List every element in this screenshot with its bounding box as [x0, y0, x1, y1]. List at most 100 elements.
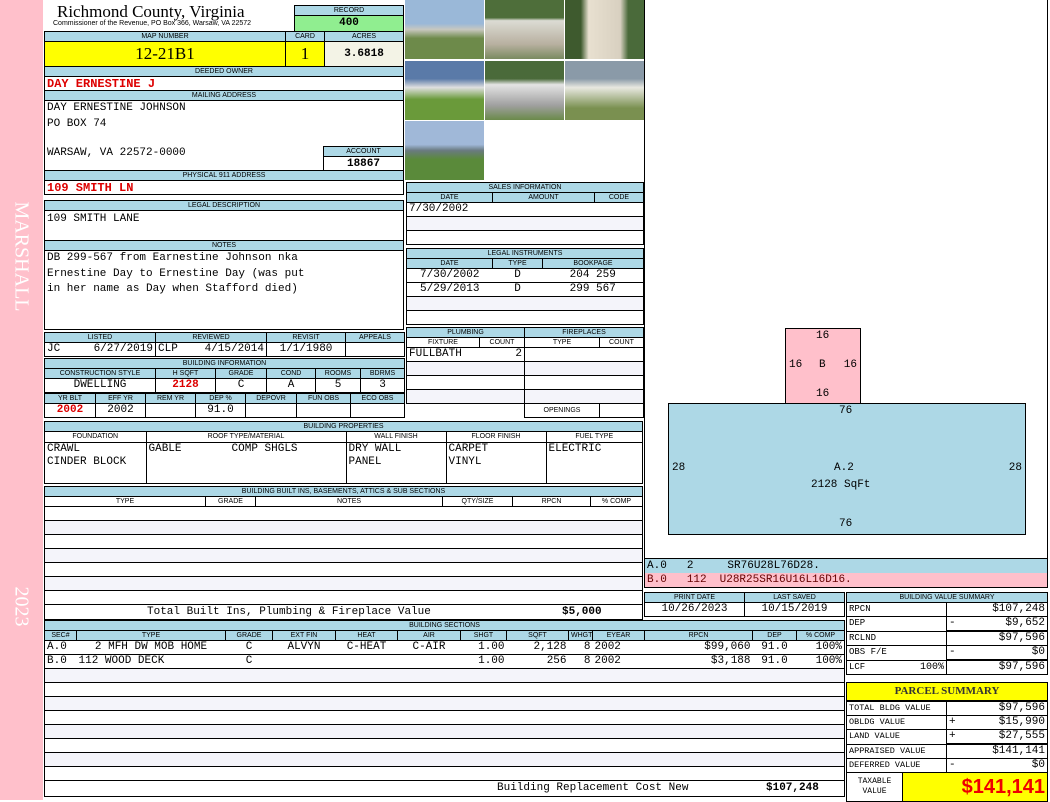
property-photo[interactable]	[405, 121, 484, 180]
section-row: A.0 2 MFH DW MOB HOME C ALVYN C-HEAT C-AIR 1.0…	[44, 640, 845, 655]
parcel-table: MAP NUMBER CARD ACRES 12-21B1 1 3.6818	[44, 31, 404, 67]
property-photo[interactable]	[565, 61, 644, 120]
dim-label: 76	[839, 405, 853, 417]
col-header: CONSTRUCTION STYLE	[44, 368, 156, 379]
listed-by: JC	[47, 343, 61, 356]
parcel-summary-label: PARCEL SUMMARY	[846, 682, 1048, 701]
condition: A	[266, 378, 316, 393]
sign: +	[949, 716, 956, 729]
col-header: FUEL TYPE	[545, 432, 642, 443]
sketch-section-b[interactable]: 16 16 16 B 16	[785, 328, 861, 404]
col-header: RPCN	[512, 496, 591, 507]
legal-description: 109 SMITH LANE	[47, 213, 140, 225]
legend-code: 112	[686, 574, 707, 586]
property-photo[interactable]	[485, 61, 564, 120]
construction-style: DWELLING	[44, 378, 156, 393]
sec-shgt: 1.00	[460, 654, 507, 669]
col-header: TYPE	[492, 258, 543, 269]
building-sketch[interactable]: 16 16 16 B 16 76 28 28 A.2 2128 SqFt 76	[644, 0, 1048, 558]
sec-number: A.0	[44, 640, 77, 655]
functional-obs	[296, 403, 351, 418]
sec-sqft: 256	[506, 654, 569, 669]
section-label: B	[819, 359, 826, 371]
owner-box: DEEDED OWNER DAY ERNESTINE J	[44, 66, 404, 91]
sec-eyear: 2002	[592, 654, 645, 669]
col-header: REM YR	[145, 393, 196, 404]
building-properties: BUILDING PROPERTIES FOUNDATION ROOF TYPE/…	[44, 421, 643, 484]
col-header: DEPOVR	[245, 393, 297, 404]
sec-type: 2 MFH DW MOB HOME	[76, 640, 226, 655]
sec-dep: 91.0	[752, 640, 797, 655]
col-header: % COMP	[796, 630, 845, 641]
wall-finish: DRY WALL	[348, 442, 402, 455]
roof-material: COMP SHGLS	[231, 442, 298, 455]
total-bldg-value: $97,596	[946, 701, 1048, 716]
col-header: H SQFT	[155, 368, 216, 379]
section-label: A.2	[834, 462, 854, 474]
legend-path: SR76U28L76D28.	[727, 560, 820, 572]
sec-pct-comp: 100%	[796, 640, 845, 655]
year-label: 2023	[10, 586, 33, 627]
col-header: FOUNDATION	[45, 432, 147, 443]
col-header: RPCN	[644, 630, 753, 641]
summary-label: LCF	[849, 661, 866, 672]
dim-label: 28	[1008, 462, 1022, 474]
col-header: BDRMS	[360, 368, 405, 379]
col-header: FUN OBS	[296, 393, 351, 404]
instruments-label: LEGAL INSTRUMENTS	[406, 248, 644, 258]
side-strip: MARSHALL 2023	[0, 0, 43, 800]
col-header: ROOF TYPE/MATERIAL	[145, 432, 347, 443]
building-info-label: BUILDING INFORMATION	[44, 358, 405, 368]
sec-air	[397, 654, 461, 669]
building-info-table: CONSTRUCTION STYLE H SQFT GRADE COND ROOMS BD…	[44, 368, 405, 393]
parcel-summary-table: TOTAL BLDG VALUE $97,596 OBLDG VALUE + $15,…	[846, 701, 1048, 802]
wall-finish: PANEL	[348, 455, 382, 468]
legal-box: LEGAL DESCRIPTION 109 SMITH LANE	[44, 200, 404, 241]
effective-year: 2002	[95, 403, 146, 418]
summary-label: OBLDG VALUE	[846, 715, 947, 730]
year-built: 2002	[44, 403, 96, 418]
fireplaces-label: FIREPLACES	[524, 327, 644, 338]
sec-type: 112 WOOD DECK	[76, 654, 226, 669]
value-summary-label: BUILDING VALUE SUMMARY	[846, 592, 1048, 602]
sales-label: SALES INFORMATION	[406, 182, 644, 192]
property-photo[interactable]	[485, 0, 564, 59]
economic-obs	[350, 403, 405, 418]
dim-label: 16	[789, 359, 803, 371]
district-label: MARSHALL	[10, 201, 33, 312]
property-photo[interactable]	[405, 0, 484, 59]
col-header: COUNT	[479, 337, 525, 348]
property-photo[interactable]	[405, 61, 484, 120]
sketch-section-a[interactable]: 76 28 28 A.2 2128 SqFt 76	[668, 403, 1026, 535]
summary-label: TOTAL BLDG VALUE	[846, 701, 947, 716]
sign: -	[949, 759, 956, 772]
roof-type: GABLE	[148, 442, 182, 455]
property-photo[interactable]	[565, 0, 644, 59]
instrument-bookpage: 204 259	[542, 268, 644, 283]
fixture-count: 2	[479, 347, 525, 362]
col-header: QTY/SIZE	[442, 496, 513, 507]
instruments-table: DATE TYPE BOOKPAGE 7/30/2002 D 204 259 5/29/…	[406, 258, 644, 325]
instrument-date: 5/29/2013	[406, 282, 493, 297]
sections-label: BUILDING SECTIONS	[44, 620, 845, 630]
print-date: 10/26/2023	[644, 602, 745, 617]
instrument-type: D	[492, 268, 543, 283]
dim-label: 16	[843, 359, 857, 371]
sec-grade: C	[225, 640, 273, 655]
col-header: SEC#	[44, 630, 77, 641]
instrument-row: 7/30/2002 D 204 259	[406, 268, 644, 283]
col-header: COUNT	[599, 337, 644, 348]
physical-address: 109 SMITH LN	[47, 181, 134, 195]
county-title: Richmond County, Virginia	[57, 2, 245, 21]
sale-code	[594, 202, 644, 217]
notes-label: NOTES	[45, 241, 403, 251]
legend-code: 2	[686, 560, 694, 572]
instrument-bookpage: 299 567	[542, 282, 644, 297]
notes-line: Ernestine Day to Ernestine Day (was put	[47, 267, 305, 280]
col-header: AMOUNT	[492, 192, 595, 203]
sec-sqft: 2,128	[506, 640, 569, 655]
col-header: EFF YR	[95, 393, 146, 404]
col-header: NOTES	[255, 496, 443, 507]
col-header: FLOOR FINISH	[445, 432, 547, 443]
taxable-label: TAXABLE VALUE	[846, 772, 903, 802]
